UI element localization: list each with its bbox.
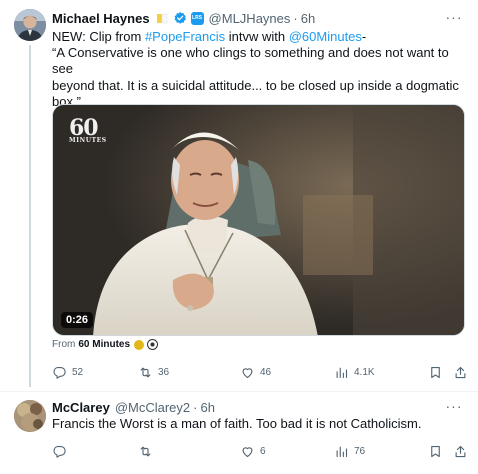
affiliate-badge-icon[interactable]: LRS bbox=[190, 11, 204, 25]
separator-dot: · bbox=[293, 10, 298, 26]
text-suffix: - bbox=[361, 29, 367, 44]
views-icon bbox=[336, 367, 348, 378]
like-count: 6 bbox=[260, 445, 266, 457]
author-handle[interactable]: @McClarey2 bbox=[115, 400, 190, 415]
like-button[interactable]: 6 bbox=[240, 441, 266, 461]
tweet-michael-haynes[interactable]: Michael Haynes LRS @MLJHaynes · 6h ··· N… bbox=[0, 0, 478, 392]
author-avatar[interactable] bbox=[14, 9, 46, 41]
more-icon[interactable]: ··· bbox=[444, 397, 464, 415]
retweet-icon bbox=[140, 446, 151, 456]
reply-button[interactable]: 52 bbox=[52, 362, 83, 382]
text-line: beyond that. It is a suicidal attitude..… bbox=[52, 77, 459, 93]
share-button[interactable] bbox=[453, 362, 468, 382]
video-player[interactable]: 60 MINUTES 0:26 bbox=[52, 104, 465, 336]
share-icon bbox=[455, 445, 466, 457]
tweet-header: McClarey @McClarey2 · 6h bbox=[52, 398, 215, 416]
from-label: From bbox=[52, 339, 76, 350]
reply-icon bbox=[53, 366, 66, 379]
tweet-header: Michael Haynes LRS @MLJHaynes · 6h bbox=[52, 9, 315, 27]
like-button[interactable]: 46 bbox=[240, 362, 271, 382]
views-button[interactable]: 76 bbox=[334, 441, 365, 461]
cbs-eye-icon bbox=[147, 339, 159, 350]
views-count: 76 bbox=[354, 445, 366, 457]
author-handle[interactable]: @MLJHaynes bbox=[209, 11, 291, 26]
share-icon bbox=[455, 366, 466, 378]
video-frame bbox=[53, 105, 464, 335]
text-mid: intvw with bbox=[225, 29, 289, 44]
reply-count: 52 bbox=[72, 366, 84, 378]
hashtag-link[interactable]: #PopeFrancis bbox=[145, 29, 225, 44]
tweet-time[interactable]: 6h bbox=[200, 400, 214, 415]
sixty-minutes-logo: 60 MINUTES bbox=[69, 115, 107, 144]
views-count: 4.1K bbox=[354, 366, 375, 378]
retweet-button[interactable]: 36 bbox=[138, 362, 169, 382]
gold-badge-icon bbox=[134, 339, 145, 350]
retweet-icon bbox=[140, 367, 151, 377]
like-icon bbox=[242, 367, 253, 378]
author-name[interactable]: Michael Haynes bbox=[52, 11, 150, 26]
thread-line bbox=[29, 45, 31, 387]
views-icon bbox=[336, 446, 348, 457]
from-source[interactable]: 60 Minutes bbox=[78, 339, 130, 350]
like-count: 46 bbox=[260, 366, 272, 378]
reply-icon bbox=[53, 445, 66, 458]
bookmark-icon bbox=[431, 366, 440, 378]
video-duration: 0:26 bbox=[61, 312, 94, 328]
retweet-button[interactable] bbox=[138, 441, 158, 461]
bookmark-icon bbox=[431, 445, 440, 457]
author-name[interactable]: McClarey bbox=[52, 400, 110, 415]
views-button[interactable]: 4.1K bbox=[334, 362, 375, 382]
separator-dot: · bbox=[193, 399, 198, 415]
tweet-text: NEW: Clip from #PopeFrancis intvw with @… bbox=[52, 29, 472, 110]
like-icon bbox=[242, 446, 253, 457]
share-button[interactable] bbox=[453, 441, 468, 461]
video-attribution[interactable]: From 60 Minutes bbox=[52, 339, 159, 350]
reply-button[interactable] bbox=[52, 441, 72, 461]
tweet-actions: 6 76 bbox=[52, 441, 472, 461]
text-prefix: NEW: Clip from bbox=[52, 29, 145, 44]
mention-link[interactable]: @60Minutes bbox=[289, 29, 362, 44]
more-icon[interactable]: ··· bbox=[444, 8, 464, 26]
verified-icon bbox=[173, 11, 187, 25]
retweet-count: 36 bbox=[158, 366, 170, 378]
tweet-actions: 52 36 46 4.1K bbox=[52, 362, 472, 382]
tweet-time[interactable]: 6h bbox=[301, 11, 315, 26]
bookmark-button[interactable] bbox=[428, 362, 443, 382]
text-line: A Conservative is one who clings to some… bbox=[52, 45, 449, 77]
author-avatar[interactable] bbox=[14, 400, 46, 432]
bookmark-button[interactable] bbox=[428, 441, 443, 461]
tweet-text: Francis the Worst is a man of faith. Too… bbox=[52, 416, 422, 431]
flag-icon bbox=[156, 12, 169, 25]
